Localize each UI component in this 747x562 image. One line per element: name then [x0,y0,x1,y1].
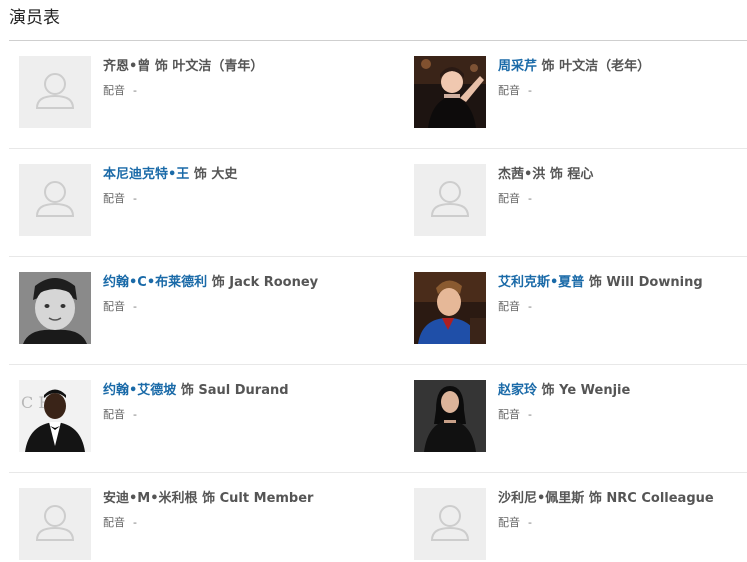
dub-value: - [528,300,532,313]
dub-value: - [528,516,532,529]
dub-info: 配音 - [103,408,137,422]
default-avatar-icon[interactable] [414,488,486,560]
connector-text: 饰 [549,167,563,182]
role-name: 程心 [567,167,594,182]
actor-photo[interactable] [414,380,486,452]
connector-text: 饰 [154,59,168,74]
title-divider [9,40,747,41]
dub-label: 配音 [498,84,520,97]
cast-credit: 本尼迪克特•王 饰 大史 [103,167,237,183]
role-name: Will Downing [606,275,703,290]
connector-text: 饰 [588,275,602,290]
dub-label: 配音 [498,300,520,313]
actor-name-link[interactable]: 周采芹 [498,59,537,74]
actor-photo[interactable] [414,272,486,344]
cast-credit: 艾利克斯•夏普 饰 Will Downing [498,275,703,291]
connector-text: 饰 [202,491,216,506]
role-name: Cult Member [219,491,314,506]
dub-info: 配音 - [498,408,532,422]
role-name: 大史 [211,167,238,182]
dub-label: 配音 [103,84,125,97]
dub-value: - [528,192,532,205]
actor-name: 齐恩•曾 [103,59,151,74]
actor-photo[interactable]: C R [19,380,91,452]
page-title: 演员表 [9,8,60,28]
cast-credit: 沙利尼•佩里斯 饰 NRC Colleague [498,491,714,507]
dub-info: 配音 - [103,300,137,314]
cast-item: 约翰•C•布莱德利 饰 Jack Rooney 配音 - [19,272,359,346]
dub-value: - [528,408,532,421]
dub-value: - [133,408,137,421]
dub-value: - [133,84,137,97]
connector-text: 饰 [588,491,602,506]
cast-credit: 杰茜•洪 饰 程心 [498,167,593,183]
cast-credit: 安迪•M•米利根 饰 Cult Member [103,491,313,507]
actor-photo[interactable] [19,272,91,344]
dub-label: 配音 [103,300,125,313]
dub-info: 配音 - [498,300,532,314]
role-name: Ye Wenjie [559,383,631,398]
default-avatar-icon[interactable] [19,56,91,128]
dub-label: 配音 [103,192,125,205]
default-avatar-icon[interactable] [414,164,486,236]
dub-label: 配音 [498,192,520,205]
cast-credit: 赵家玲 饰 Ye Wenjie [498,383,630,399]
actor-photo[interactable] [414,56,486,128]
dub-info: 配音 - [103,192,137,206]
row-divider [9,472,747,473]
row-divider [9,364,747,365]
cast-credit: 约翰•C•布莱德利 饰 Jack Rooney [103,275,318,291]
dub-info: 配音 - [498,192,532,206]
dub-label: 配音 [103,408,125,421]
actor-name: 杰茜•洪 [498,167,546,182]
connector-text: 饰 [211,275,225,290]
connector-text: 饰 [541,383,555,398]
actor-name-link[interactable]: 约翰•C•布莱德利 [103,275,207,290]
dub-label: 配音 [103,516,125,529]
role-name: 叶文洁（老年） [559,59,651,74]
default-avatar-icon[interactable] [19,488,91,560]
dub-value: - [133,300,137,313]
dub-label: 配音 [498,408,520,421]
role-name: NRC Colleague [606,491,714,506]
dub-label: 配音 [498,516,520,529]
cast-item: 艾利克斯•夏普 饰 Will Downing 配音 - [414,272,747,346]
connector-text: 饰 [541,59,555,74]
cast-item: 杰茜•洪 饰 程心 配音 - [414,164,747,238]
dub-value: - [133,192,137,205]
role-name: Saul Durand [198,383,289,398]
cast-credit: 约翰•艾德坡 饰 Saul Durand [103,383,289,399]
dub-info: 配音 - [103,516,137,530]
cast-item: 本尼迪克特•王 饰 大史 配音 - [19,164,359,238]
connector-text: 饰 [180,383,194,398]
role-name: Jack Rooney [229,275,319,290]
dub-info: 配音 - [498,516,532,530]
role-name: 叶文洁（青年） [172,59,264,74]
default-avatar-icon[interactable] [19,164,91,236]
dub-info: 配音 - [498,84,532,98]
actor-name: 安迪•M•米利根 [103,491,198,506]
actor-name-link[interactable]: 赵家玲 [498,383,537,398]
cast-credit: 齐恩•曾 饰 叶文洁（青年） [103,59,263,75]
actor-name-link[interactable]: 本尼迪克特•王 [103,167,189,182]
connector-text: 饰 [193,167,207,182]
cast-item: 周采芹 饰 叶文洁（老年） 配音 - [414,56,747,130]
actor-name-link[interactable]: 艾利克斯•夏普 [498,275,584,290]
cast-item: 齐恩•曾 饰 叶文洁（青年） 配音 - [19,56,359,130]
cast-item: C R 约翰•艾德坡 饰 Saul Durand 配音 - [19,380,359,454]
dub-info: 配音 - [103,84,137,98]
actor-name-link[interactable]: 约翰•艾德坡 [103,383,176,398]
actor-name: 沙利尼•佩里斯 [498,491,585,506]
cast-credit: 周采芹 饰 叶文洁（老年） [498,59,650,75]
cast-item: 赵家玲 饰 Ye Wenjie 配音 - [414,380,747,454]
row-divider [9,148,747,149]
dub-value: - [133,516,137,529]
row-divider [9,256,747,257]
cast-item: 沙利尼•佩里斯 饰 NRC Colleague 配音 - [414,488,747,562]
dub-value: - [528,84,532,97]
cast-item: 安迪•M•米利根 饰 Cult Member 配音 - [19,488,359,562]
